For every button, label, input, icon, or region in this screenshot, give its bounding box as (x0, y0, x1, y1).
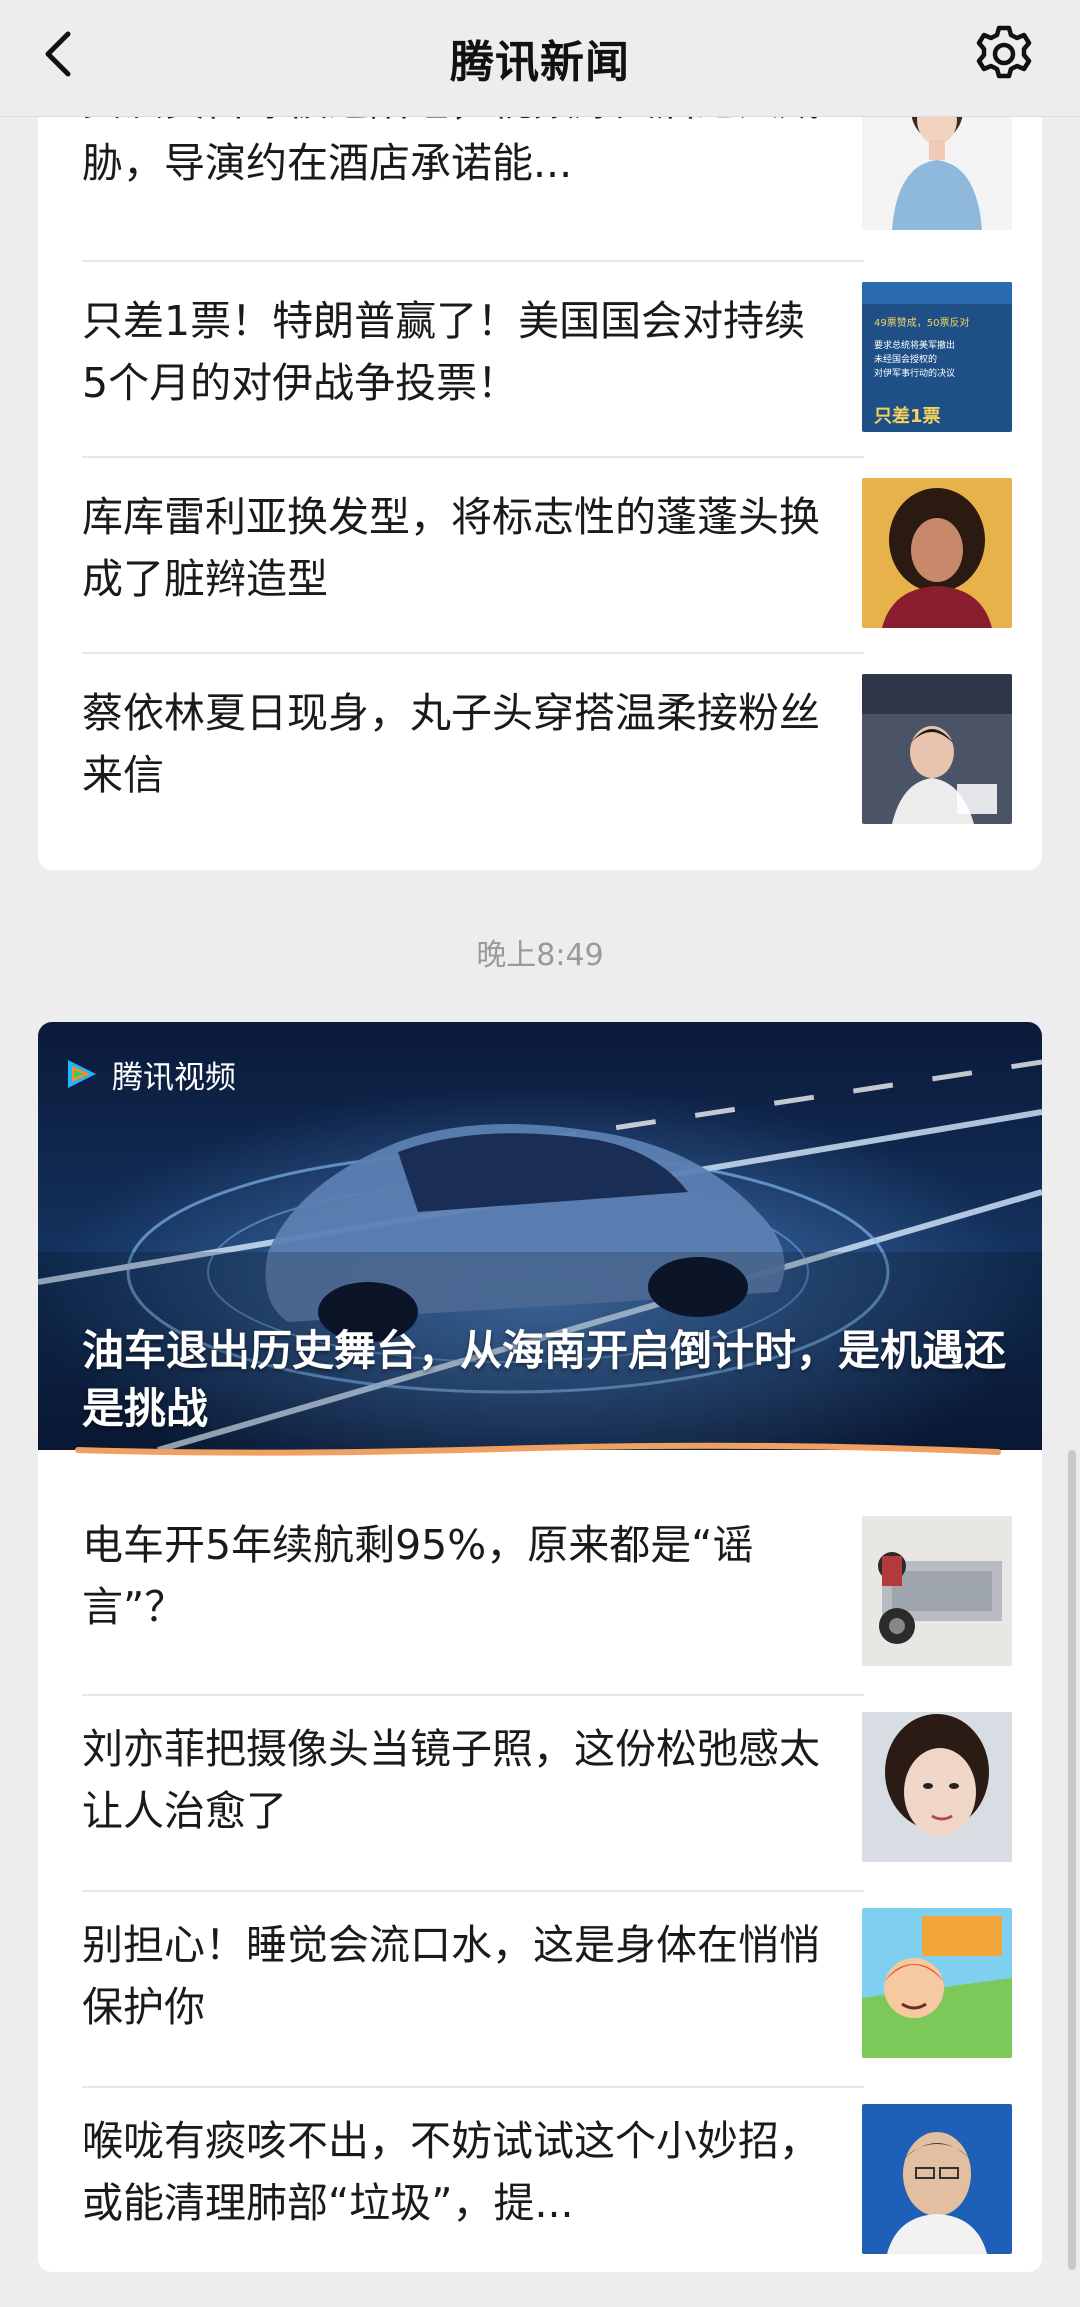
divider (82, 1890, 864, 1892)
news-title: 电车开5年续航剩95%，原来都是“谣言”？ (82, 1521, 754, 1631)
video-source: 腾讯视频 (112, 1059, 236, 1096)
divider (82, 260, 864, 262)
news-thumbnail (862, 674, 1012, 824)
news-title: 库库雷利亚换发型，将标志性的蓬蓬头换成了脏辫造型 (82, 493, 820, 603)
divider (82, 652, 864, 654)
news-thumbnail (862, 1908, 1012, 2058)
news-item[interactable]: 电车开5年续航剩95%，原来都是“谣言”？ (82, 1500, 1012, 1696)
top-bar: 腾讯新闻 (0, 0, 1080, 117)
gear-icon (976, 25, 1032, 79)
scrollbar[interactable] (1068, 1450, 1076, 2270)
news-thumbnail (862, 478, 1012, 628)
play-logo-icon (68, 1060, 96, 1088)
news-item[interactable]: 只差1票！特朗普赢了！美国国会对持续5个月的对伊战争投票！ 49票赞成，50票反… (82, 270, 1012, 466)
news-title: 只差1票！特朗普赢了！美国国会对持续5个月的对伊战争投票！ (82, 297, 806, 407)
thumb-line-3: 未经国会授权的 (874, 353, 937, 365)
thumb-line-2: 要求总统将美军撤出 (874, 339, 955, 351)
news-card-top: 女演员自曝被逼陪睡，视频爆火后遭人威胁，导演约在酒店承诺能... 只差1票！特朗… (38, 70, 1042, 870)
news-title: 别担心！睡觉会流口水，这是身体在悄悄保护你 (82, 1921, 820, 2031)
video-hero[interactable]: 腾讯视频 油车退出历史舞台，从海南开启倒计时，是机遇还是挑战 (38, 1022, 1042, 1450)
news-thumbnail (862, 1712, 1012, 1862)
news-title: 刘亦菲把摄像头当镜子照，这份松弛感太让人治愈了 (82, 1725, 820, 1835)
news-thumbnail (862, 1516, 1012, 1666)
news-item[interactable]: 蔡依林夏日现身，丸子头穿搭温柔接粉丝来信 (82, 662, 1012, 858)
news-thumbnail: 49票赞成，50票反对 要求总统将美军撤出 未经国会授权的 对伊军事行动的决议 … (862, 282, 1012, 432)
news-card-bottom: 腾讯视频 油车退出历史舞台，从海南开启倒计时，是机遇还是挑战 电车开5年续航剩9… (38, 1022, 1042, 2272)
news-item[interactable]: 刘亦菲把摄像头当镜子照，这份松弛感太让人治愈了 (82, 1704, 1012, 1900)
settings-button[interactable] (972, 22, 1036, 86)
news-title: 蔡依林夏日现身，丸子头穿搭温柔接粉丝来信 (82, 689, 820, 799)
divider (82, 2086, 864, 2088)
page-title: 腾讯新闻 (450, 37, 630, 88)
thumb-line-1: 49票赞成，50票反对 (874, 316, 969, 329)
news-item[interactable]: 喉咙有痰咳不出，不妨试试这个小妙招，或能清理肺部“垃圾”，提... (82, 2096, 1012, 2272)
chat-timestamp: 晚上8:49 (476, 938, 604, 973)
news-item[interactable]: 别担心！睡觉会流口水，这是身体在悄悄保护你 (82, 1900, 1012, 2096)
thumb-line-5: 只差1票 (874, 405, 941, 427)
divider (82, 1694, 864, 1696)
news-item[interactable]: 库库雷利亚换发型，将标志性的蓬蓬头换成了脏辫造型 (82, 466, 1012, 662)
underline-annotation (75, 1442, 1001, 1456)
divider (82, 456, 864, 458)
thumb-line-4: 对伊军事行动的决议 (874, 367, 955, 379)
video-title: 油车退出历史舞台，从海南开启倒计时，是机遇还是挑战 (82, 1326, 1007, 1433)
news-thumbnail (862, 2104, 1012, 2254)
tencent-video-logo: 腾讯视频 (62, 1052, 236, 1096)
news-title: 喉咙有痰咳不出，不妨试试这个小妙招，或能清理肺部“垃圾”，提... (82, 2117, 820, 2227)
